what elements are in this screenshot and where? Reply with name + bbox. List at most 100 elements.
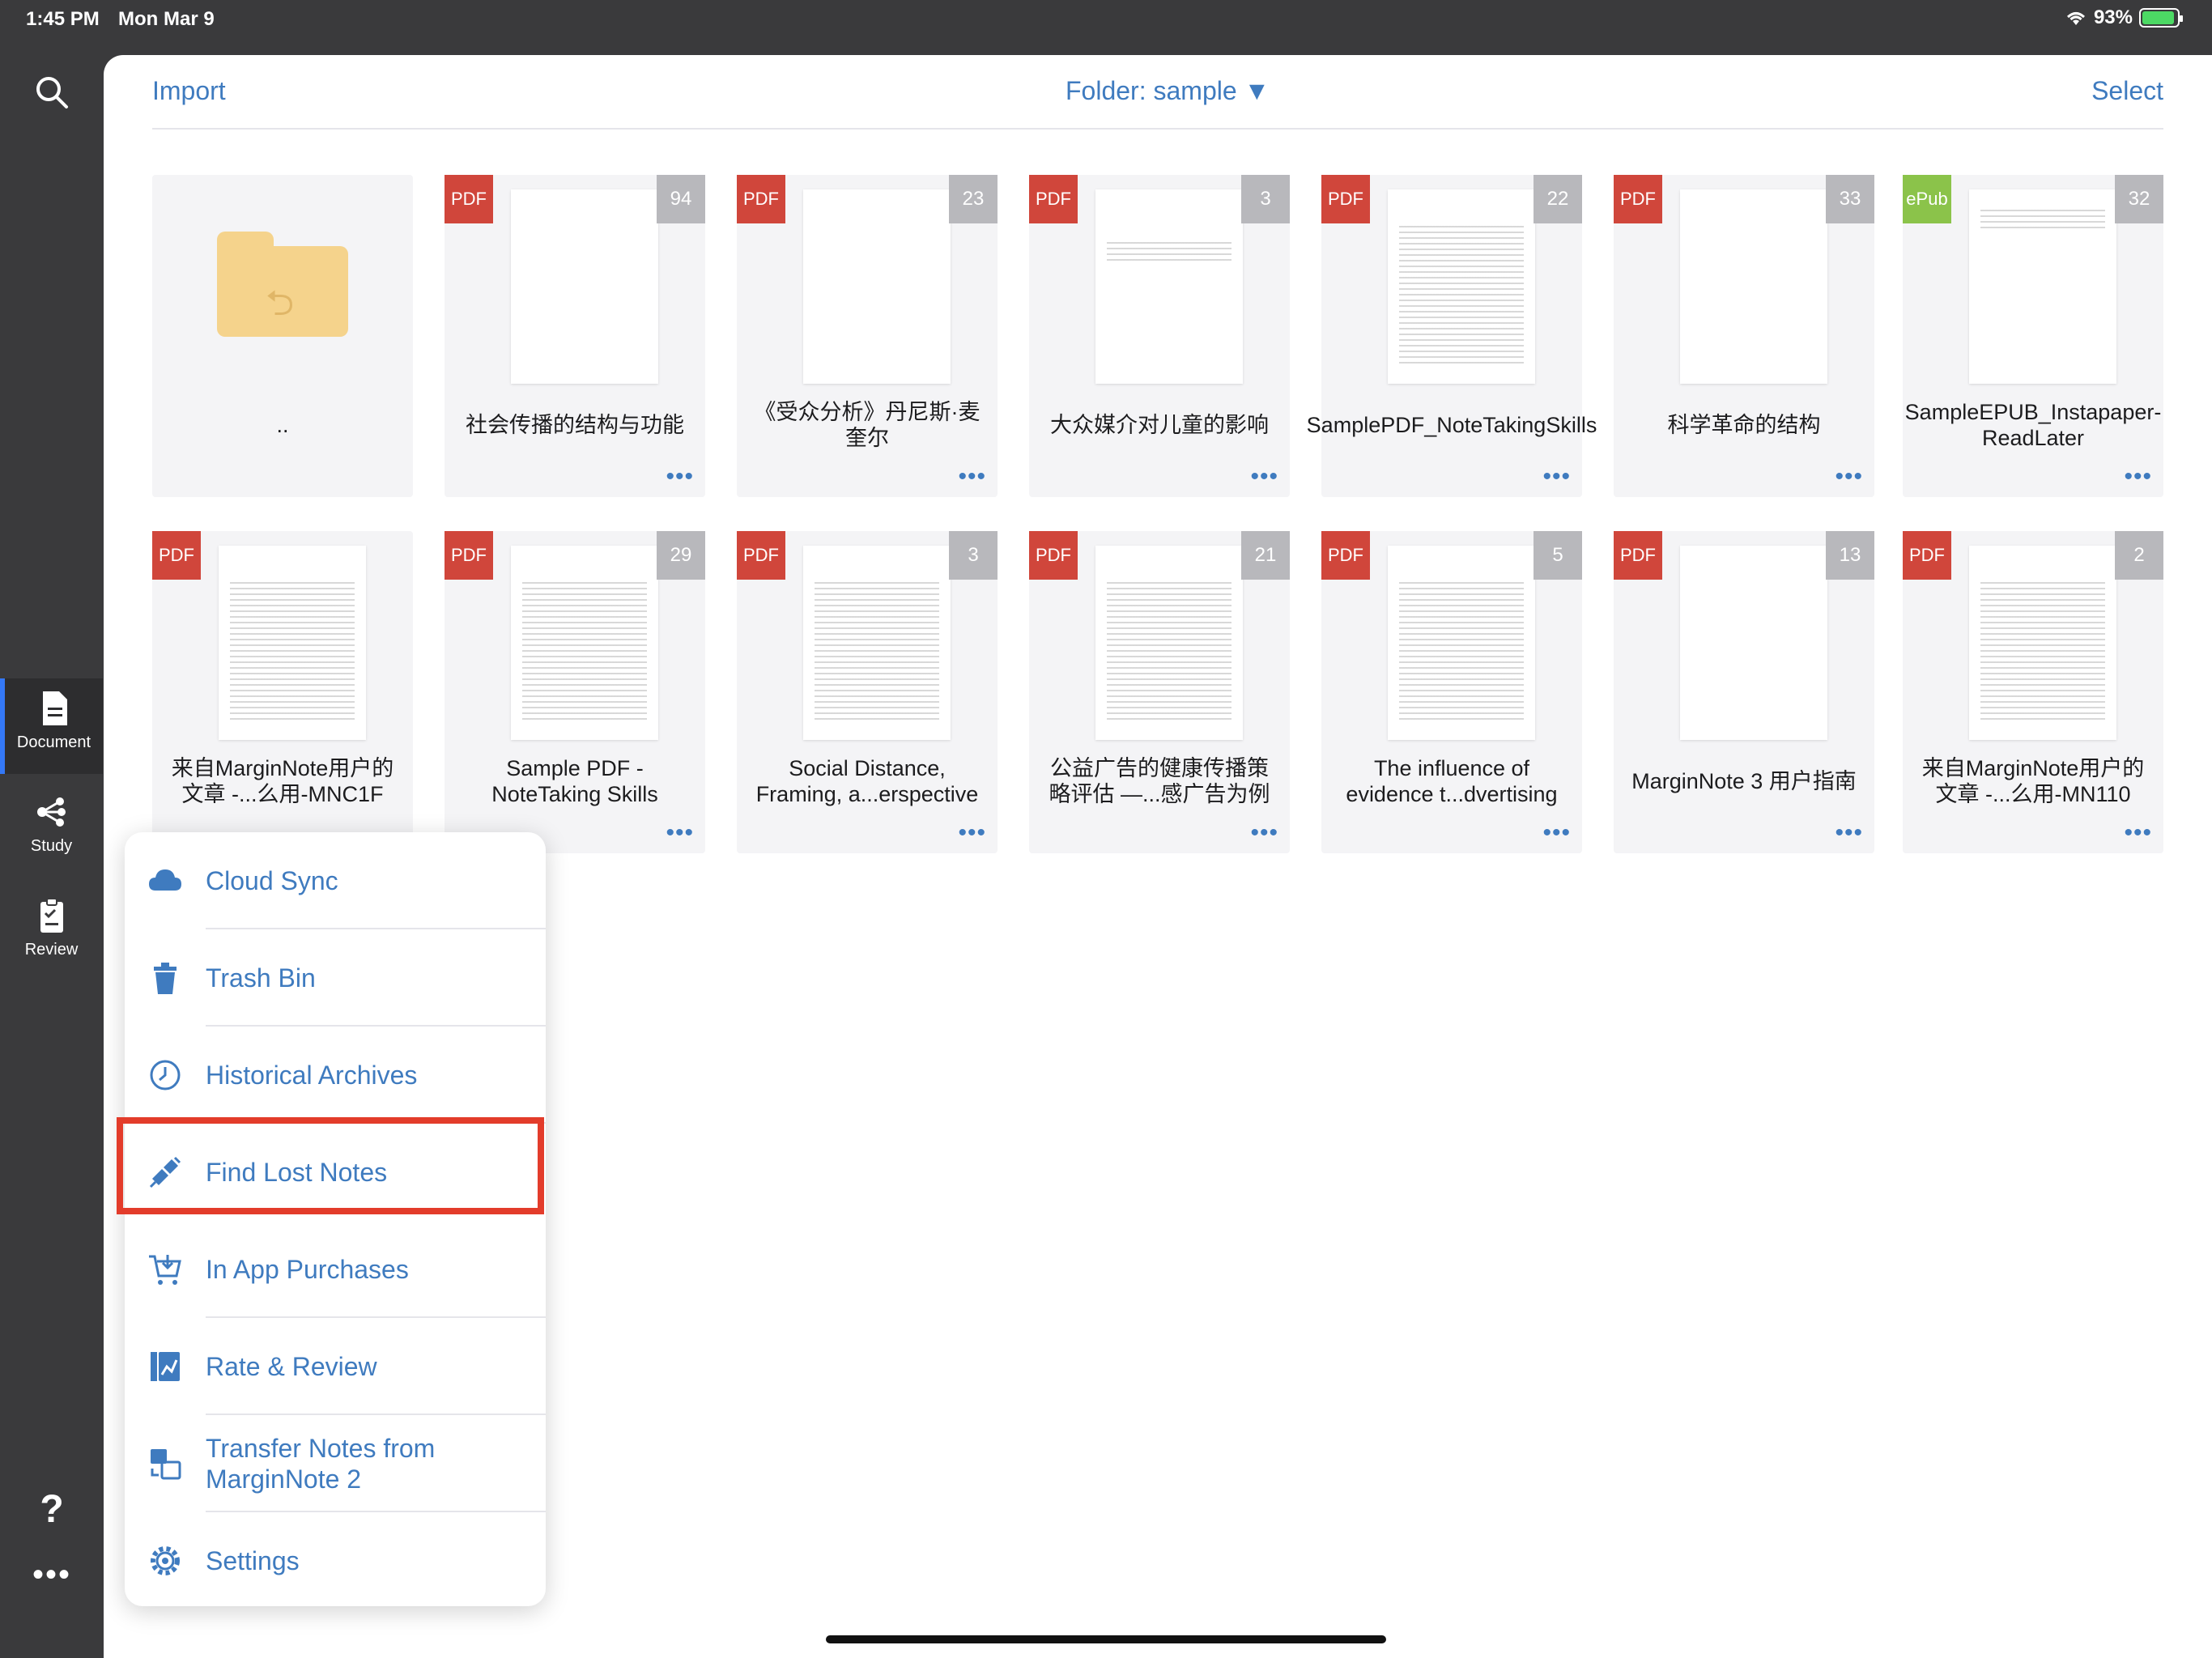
document-title: .. [276, 413, 289, 437]
status-date: Mon Mar 9 [118, 8, 215, 30]
rail-item-review[interactable]: Review [0, 886, 103, 981]
more-options-icon[interactable]: ••• [666, 819, 694, 847]
rail-item-document[interactable]: Document [0, 678, 103, 774]
more-options-icon[interactable]: ••• [2124, 819, 2152, 847]
rail-item-label: Study [30, 837, 73, 855]
more-options-icon[interactable]: ••• [1250, 819, 1278, 847]
type-badge: PDF [737, 531, 785, 580]
type-badge: PDF [445, 175, 493, 223]
folder-up-card[interactable]: ⮌ .. [152, 175, 413, 497]
more-options-icon[interactable]: ••• [958, 463, 986, 491]
select-button[interactable]: Select [2091, 76, 2163, 106]
highlight-annotation [117, 1117, 544, 1214]
rate-icon [151, 1352, 180, 1381]
type-badge: PDF [1029, 531, 1078, 580]
type-badge: PDF [737, 175, 785, 223]
type-badge: PDF [1321, 531, 1370, 580]
document-title: 社会传播的结构与功能 [466, 413, 684, 437]
page-count: 33 [1826, 175, 1874, 223]
page-count: 2 [2115, 531, 2163, 580]
help-button[interactable]: ? [34, 1490, 70, 1530]
more-options-icon[interactable]: ••• [2124, 463, 2152, 491]
page-count: 21 [1241, 531, 1290, 580]
menu-item-trash-bin[interactable]: Trash Bin [125, 929, 546, 1027]
document-card[interactable]: PDF 22 SamplePDF_NoteTakingSkills ••• [1306, 175, 1597, 497]
type-badge: PDF [1614, 531, 1662, 580]
document-title: MarginNote 3 用户指南 [1631, 769, 1857, 793]
document-thumbnail [1095, 546, 1243, 740]
page-count: 5 [1534, 531, 1582, 580]
type-badge: ePub [1903, 175, 1951, 223]
document-thumbnail [803, 189, 951, 384]
document-thumbnail [511, 189, 658, 384]
more-options-icon[interactable]: ••• [1250, 463, 1278, 491]
page-count: 13 [1826, 531, 1874, 580]
study-icon [36, 797, 66, 827]
document-title: SamplePDF_NoteTakingSkills [1306, 413, 1597, 437]
more-options-icon[interactable]: ••• [666, 463, 694, 491]
menu-item-label: Trash Bin [206, 963, 316, 993]
document-title: 来自MarginNote用户的文章 -...么用-MNC1F [171, 756, 394, 806]
menu-item-historical-archives[interactable]: Historical Archives [125, 1027, 546, 1124]
status-right: 93% [2065, 6, 2183, 29]
document-thumbnail [1388, 189, 1535, 384]
document-card[interactable]: PDF 33 科学革命的结构 ••• [1614, 175, 1874, 497]
document-card[interactable]: PDF 2 来自MarginNote用户的文章 -...么用-MN110 ••• [1903, 531, 2163, 853]
more-options-icon[interactable]: ••• [958, 819, 986, 847]
left-rail: Document Study Review ? ••• [0, 39, 103, 1658]
page-count: 29 [657, 531, 705, 580]
document-title: 来自MarginNote用户的文章 -...么用-MN110 [1921, 756, 2145, 806]
document-thumbnail [803, 546, 951, 740]
document-card[interactable]: PDF 23 《受众分析》丹尼斯·麦奎尔 ••• [737, 175, 998, 497]
document-thumbnail [1095, 189, 1243, 384]
document-title: 《受众分析》丹尼斯·麦奎尔 [754, 400, 981, 450]
menu-item-transfer-notes[interactable]: Transfer Notes from MarginNote 2 [125, 1415, 546, 1512]
document-card[interactable]: ePub 32 SampleEPUB_Instapaper-ReadLater … [1903, 175, 2163, 497]
document-card[interactable]: PDF 94 社会传播的结构与功能 ••• [445, 175, 705, 497]
type-badge: PDF [1321, 175, 1370, 223]
search-icon[interactable] [32, 73, 71, 112]
menu-item-in-app-purchases[interactable]: In App Purchases [125, 1221, 546, 1318]
menu-item-label: Historical Archives [206, 1061, 418, 1090]
document-title: 科学革命的结构 [1667, 413, 1821, 437]
menu-item-rate-review[interactable]: Rate & Review [125, 1318, 546, 1415]
back-arrow-icon: ⮌ [266, 283, 295, 323]
more-options-icon[interactable]: ••• [1542, 819, 1571, 847]
home-indicator[interactable] [826, 1635, 1386, 1643]
more-options-icon[interactable]: ••• [1835, 819, 1863, 847]
wifi-icon [2066, 12, 2085, 25]
document-card[interactable]: PDF 29 Sample PDF - NoteTaking Skills ••… [445, 531, 705, 853]
document-title: Sample PDF - NoteTaking Skills [491, 756, 658, 806]
document-thumbnail [1680, 546, 1827, 740]
import-button[interactable]: Import [152, 76, 226, 106]
more-button[interactable]: ••• [32, 1558, 71, 1591]
more-options-icon[interactable]: ••• [1835, 463, 1863, 491]
document-card[interactable]: PDF 来自MarginNote用户的文章 -...么用-MNC1F [152, 531, 413, 853]
review-icon [40, 898, 63, 933]
document-card[interactable]: PDF 13 MarginNote 3 用户指南 ••• [1614, 531, 1874, 853]
document-title: 公益广告的健康传播策略评估 —...感广告为例 [1049, 756, 1270, 806]
page-count: 3 [949, 531, 998, 580]
menu-item-label: Transfer Notes from MarginNote 2 [206, 1434, 436, 1494]
type-badge: PDF [1903, 531, 1951, 580]
document-card[interactable]: PDF 3 大众媒介对儿童的影响 ••• [1029, 175, 1290, 497]
document-card[interactable]: PDF 3 Social Distance, Framing, a...ersp… [737, 531, 998, 853]
more-options-icon[interactable]: ••• [1542, 463, 1571, 491]
page-count: 23 [949, 175, 998, 223]
folder-selector[interactable]: Folder: sample ▼ [1066, 76, 1270, 106]
document-thumbnail [1969, 189, 2116, 384]
page-count: 3 [1241, 175, 1290, 223]
document-card[interactable]: PDF 21 公益广告的健康传播策略评估 —...感广告为例 ••• [1029, 531, 1290, 853]
document-thumbnail [1969, 546, 2116, 740]
battery-percent: 93% [2093, 6, 2133, 28]
rail-item-study[interactable]: Study [0, 782, 103, 878]
menu-item-settings[interactable]: Settings [125, 1512, 546, 1609]
menu-item-label: Cloud Sync [206, 866, 338, 895]
document-card[interactable]: PDF 5 The influence of evidence t...dver… [1321, 531, 1582, 853]
top-bar: Import Folder: sample ▼ Select [152, 55, 2163, 130]
type-badge: PDF [152, 531, 201, 580]
battery-icon [2139, 8, 2183, 28]
type-badge: PDF [445, 531, 493, 580]
menu-item-cloud-sync[interactable]: Cloud Sync [125, 832, 546, 929]
rail-item-label: Review [24, 941, 79, 959]
